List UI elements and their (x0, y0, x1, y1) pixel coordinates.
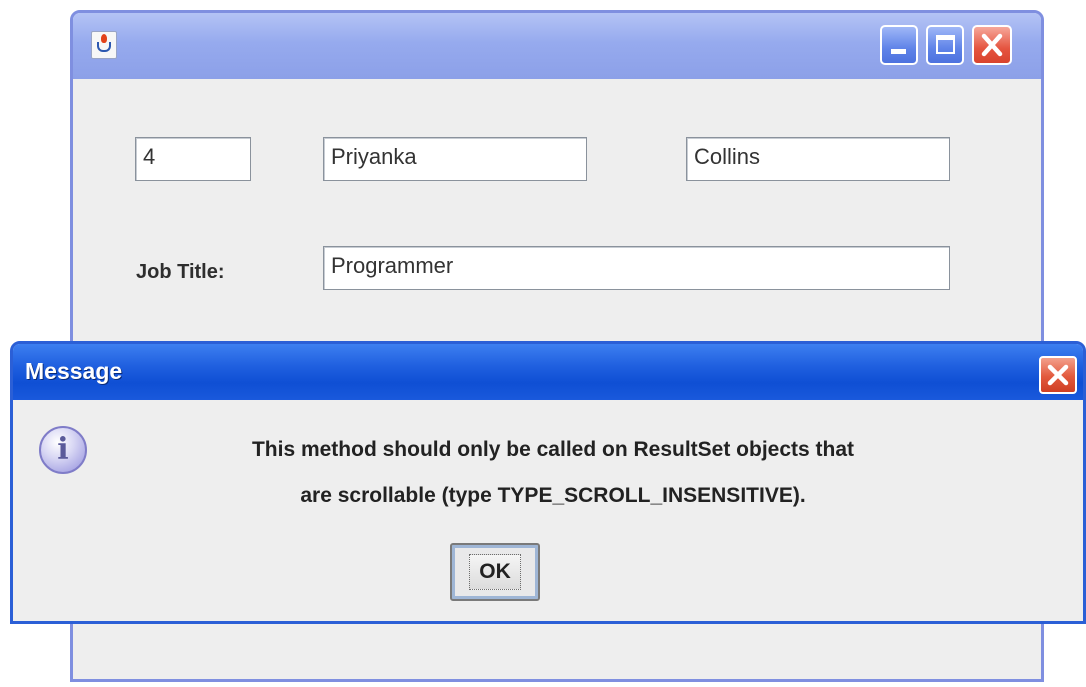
ok-button-label: OK (469, 554, 521, 590)
ok-button[interactable]: OK (450, 543, 540, 601)
message-text-line-1: This method should only be called on Res… (251, 438, 855, 461)
java-app-icon[interactable] (91, 31, 117, 59)
minimize-icon (891, 49, 906, 54)
maximize-icon (936, 35, 955, 54)
first-name-field[interactable]: Priyanka (323, 137, 587, 181)
close-icon (981, 33, 1003, 57)
main-title-bar[interactable] (73, 13, 1041, 79)
close-button[interactable] (972, 25, 1012, 65)
last-name-field[interactable]: Collins (686, 137, 950, 181)
maximize-button[interactable] (926, 25, 964, 65)
message-text-line-2: are scrollable (type TYPE_SCROLL_INSENSI… (300, 484, 806, 507)
message-dialog: Message i This method should only be cal… (10, 341, 1086, 624)
close-icon (1047, 364, 1069, 386)
minimize-button[interactable] (880, 25, 918, 65)
dialog-close-button[interactable] (1039, 356, 1077, 394)
dialog-title: Message (25, 358, 123, 384)
info-icon: i (39, 426, 87, 474)
java-cup-shape (97, 42, 111, 52)
job-title-field[interactable]: Programmer (323, 246, 950, 290)
job-title-label: Job Title: (136, 261, 225, 283)
id-field[interactable]: 4 (135, 137, 251, 181)
dialog-title-bar[interactable]: Message (13, 344, 1083, 400)
